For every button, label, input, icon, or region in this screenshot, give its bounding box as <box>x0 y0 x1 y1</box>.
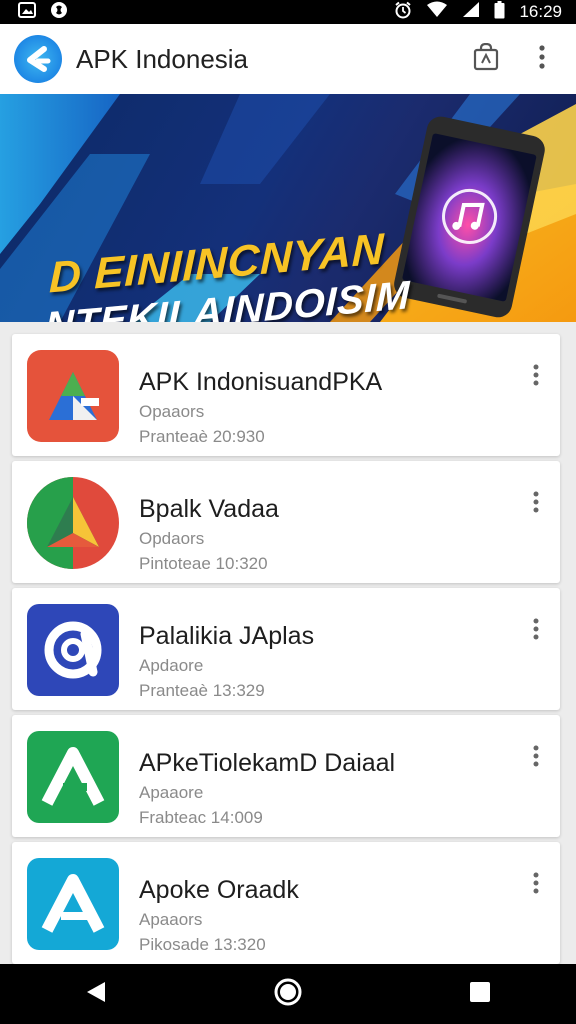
app-title: APK Indonesia <box>76 43 249 74</box>
clock: 16:29 <box>519 2 562 21</box>
item-more-button[interactable] <box>526 362 546 392</box>
battery-icon <box>494 0 505 24</box>
recents-icon <box>469 981 491 1008</box>
shopping-bag-icon <box>473 42 499 76</box>
home-icon <box>273 977 303 1012</box>
item-more-button[interactable] <box>526 616 546 646</box>
more-vert-icon <box>539 44 545 74</box>
app-name: Bpalk Vadaa <box>139 495 279 523</box>
item-more-button[interactable] <box>526 743 546 773</box>
more-vert-icon <box>533 618 539 645</box>
alarm-icon <box>394 1 412 24</box>
app-subtitle: Apdaore <box>139 656 204 675</box>
green-red-triangle-app-icon <box>27 477 119 569</box>
green-a-app-icon <box>27 731 119 823</box>
list-item[interactable]: Bpalk Vadaa Opdaors Pintoteae 10:320 <box>12 461 560 583</box>
item-more-button[interactable] <box>526 870 546 900</box>
app-subtitle: Opaaors <box>139 402 205 421</box>
teal-a-app-icon <box>27 858 119 950</box>
app-subtitle: Apaaore <box>139 783 204 802</box>
app-meta: Pranteaè 13:329 <box>139 681 265 700</box>
list-item[interactable]: APK IndonisuandPKA Opaaors Pranteaè 20:9… <box>12 334 560 456</box>
app-meta: Frabteac 14:009 <box>139 808 263 827</box>
app-notification-icon <box>50 1 68 24</box>
gallery-notification-icon <box>18 1 36 23</box>
app-meta: Pintoteae 10:320 <box>139 554 268 573</box>
more-vert-icon <box>533 872 539 899</box>
promo-banner[interactable]: D EINIINCNYAN NTEKILAINDOISIM <box>0 94 576 322</box>
app-bar: APK Indonesia <box>0 24 576 94</box>
blue-q-app-icon <box>27 604 119 696</box>
wifi-icon <box>426 1 448 23</box>
more-vert-icon <box>533 491 539 518</box>
back-icon <box>85 980 107 1009</box>
list-item[interactable]: Apoke Oraadk Apaaors Pikosade 13:320 <box>12 842 560 964</box>
app-subtitle: Opdaors <box>139 529 205 548</box>
item-more-button[interactable] <box>526 489 546 519</box>
app-logo-icon <box>10 35 62 83</box>
app-name: APK IndonisuandPKA <box>139 368 383 396</box>
app-name: Apoke Oraadk <box>139 876 299 904</box>
back-button[interactable] <box>66 964 126 1024</box>
more-vert-icon <box>533 745 539 772</box>
system-nav-bar <box>0 964 576 1024</box>
app-meta: Pikosade 13:320 <box>139 935 266 954</box>
more-options-button[interactable] <box>522 39 562 79</box>
more-vert-icon <box>533 364 539 391</box>
signal-icon <box>462 1 480 23</box>
list-item[interactable]: APkeTiolekamD Daiaal Apaaore Frabteac 14… <box>12 715 560 837</box>
app-list: APK IndonisuandPKA Opaaors Pranteaè 20:9… <box>0 322 576 964</box>
app-name: Palalikia JAplas <box>139 622 315 650</box>
home-button[interactable] <box>258 964 318 1024</box>
recents-button[interactable] <box>450 964 510 1024</box>
list-item[interactable]: Palalikia JAplas Apdaore Pranteaè 13:329 <box>12 588 560 710</box>
red-triangle-app-icon <box>27 350 119 442</box>
shopping-bag-button[interactable] <box>466 39 506 79</box>
app-meta: Pranteaè 20:930 <box>139 427 265 446</box>
app-subtitle: Apaaors <box>139 910 203 929</box>
app-name: APkeTiolekamD Daiaal <box>139 749 396 777</box>
status-bar: 16:29 <box>0 0 576 24</box>
